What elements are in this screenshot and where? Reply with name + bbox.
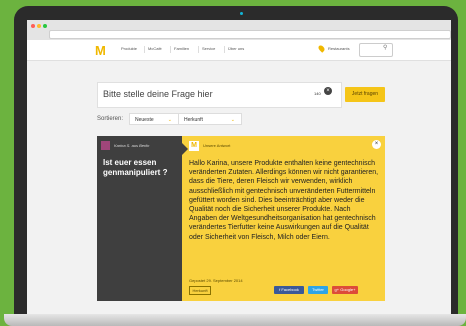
nav-item-service[interactable]: Service (202, 46, 215, 51)
nav-item-produkte[interactable]: Produkte (121, 46, 137, 51)
nav-divider (144, 46, 145, 53)
mcdonalds-logo-icon: M (189, 141, 199, 151)
question-text: Ist euer essen genmanipuliert ? (103, 158, 168, 177)
question-card: Karina S. aus Berlin Ist euer essen genm… (97, 136, 182, 301)
posted-date: Gepostet 29. September 2014 (189, 278, 243, 283)
question-input[interactable]: Bitte stelle deine Frage hier 140 × (97, 82, 342, 108)
google-plus-share-button[interactable]: g+ Google+ (332, 286, 358, 294)
sort-label: Sortieren: (97, 116, 124, 122)
avatar (101, 141, 110, 150)
nav-divider (198, 46, 199, 53)
sort-newest-value: Neueste (135, 117, 154, 123)
chevron-down-icon: ⌄ (230, 117, 235, 123)
answer-text: Hallo Karina, unsere Produkte enthalten … (189, 160, 379, 241)
speech-arrow (182, 143, 188, 155)
sort-newest-select[interactable]: Neueste ⌄ (129, 113, 179, 125)
sort-origin-value: Herkunft (184, 117, 203, 123)
ask-now-button[interactable]: Jetzt fragen (345, 87, 385, 102)
question-author: Karina S. aus Berlin (114, 143, 150, 148)
nav-item-familien[interactable]: Familien (174, 46, 189, 51)
nav-divider (170, 46, 171, 53)
browser-chrome (27, 20, 451, 41)
laptop-base (4, 314, 466, 326)
chevron-down-icon: ⌄ (167, 117, 172, 123)
site-search-input[interactable] (359, 43, 393, 57)
origin-button[interactable]: Herkunft (189, 286, 211, 295)
close-icon[interactable]: × (372, 140, 381, 149)
answer-card: M Unsere Antwort × Hallo Karina, unsere … (182, 136, 385, 301)
character-counter: 140 (314, 91, 321, 96)
search-icon[interactable]: ⚲ (383, 44, 387, 51)
location-pin-icon (317, 44, 326, 53)
sort-origin-select[interactable]: Herkunft ⌄ (178, 113, 242, 125)
maximize-window-button[interactable] (43, 24, 47, 28)
webcam-dot (240, 12, 243, 15)
twitter-share-button[interactable]: Twitter (308, 286, 328, 294)
mcdonalds-logo[interactable]: M (95, 43, 106, 58)
question-placeholder: Bitte stelle deine Frage hier (103, 89, 213, 99)
nav-divider (224, 46, 225, 53)
browser-window: M Produkte McCafé Familien Service Über … (27, 20, 451, 314)
restaurants-link[interactable]: Restaurants (328, 46, 350, 51)
facebook-share-button[interactable]: f Facebook (274, 286, 304, 294)
close-window-button[interactable] (31, 24, 35, 28)
nav-item-ueber-uns[interactable]: Über uns (228, 46, 244, 51)
nav-item-mccafe[interactable]: McCafé (148, 46, 162, 51)
site-nav: M Produkte McCafé Familien Service Über … (27, 40, 451, 61)
address-bar[interactable] (49, 30, 451, 39)
answer-author: Unsere Antwort (203, 143, 231, 148)
minimize-window-button[interactable] (37, 24, 41, 28)
clear-input-icon[interactable]: × (324, 87, 332, 95)
